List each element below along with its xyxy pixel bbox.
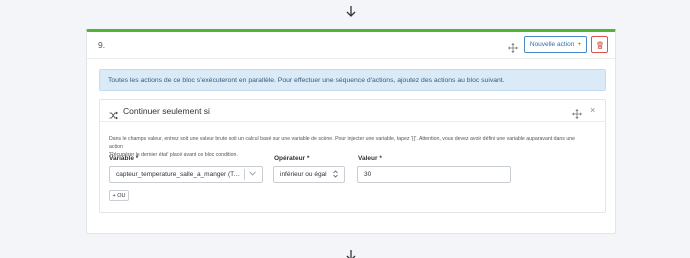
variable-select[interactable]: capteur_temperature_salle_a_manger (Tem.… (109, 166, 263, 183)
block-header: 9. Nouvelle action + (87, 32, 615, 59)
condition-title: Continuer seulement si (123, 106, 210, 116)
operator-select-value: inférieur ou égal (280, 171, 327, 178)
chevron-down-icon (249, 171, 256, 178)
close-icon[interactable]: × (590, 105, 595, 115)
move-icon[interactable] (508, 40, 518, 53)
operator-select[interactable]: inférieur ou égal (273, 166, 345, 183)
action-block: 9. Nouvelle action + Toutes les actions … (86, 29, 616, 234)
arrow-down-icon (343, 247, 359, 258)
select-separator (244, 169, 245, 180)
plus-icon: + (577, 41, 582, 48)
add-or-button[interactable]: + OU (109, 190, 129, 201)
condition-card: Continuer seulement si × Dans le champs … (99, 99, 606, 213)
help-line: Dans le champs valeur, entrez soit une v… (109, 136, 575, 150)
block-title: 9. (98, 40, 106, 50)
condition-header: Continuer seulement si × (100, 100, 605, 122)
info-banner: Toutes les actions de ce bloc s'exécuter… (99, 69, 606, 91)
chevron-updown-icon (333, 169, 338, 180)
help-line: 'Récupérer le dernier état' placé avant … (109, 152, 238, 158)
move-icon[interactable] (572, 106, 582, 119)
help-text: Dans le champs valeur, entrez soit une v… (109, 135, 579, 159)
operator-label: Opérateur * (274, 155, 310, 162)
variable-select-value: capteur_temperature_salle_a_manger (Tem.… (116, 171, 240, 178)
value-label: Valeur * (358, 155, 382, 162)
new-action-label: Nouvelle action (529, 41, 575, 48)
delete-button[interactable] (591, 36, 608, 53)
arrow-down-icon (343, 3, 359, 19)
shuffle-icon (109, 107, 118, 120)
variable-label: Variable * (109, 155, 139, 162)
new-action-button[interactable]: Nouvelle action + (524, 36, 587, 53)
value-input[interactable] (357, 166, 511, 183)
trash-icon (596, 36, 604, 54)
